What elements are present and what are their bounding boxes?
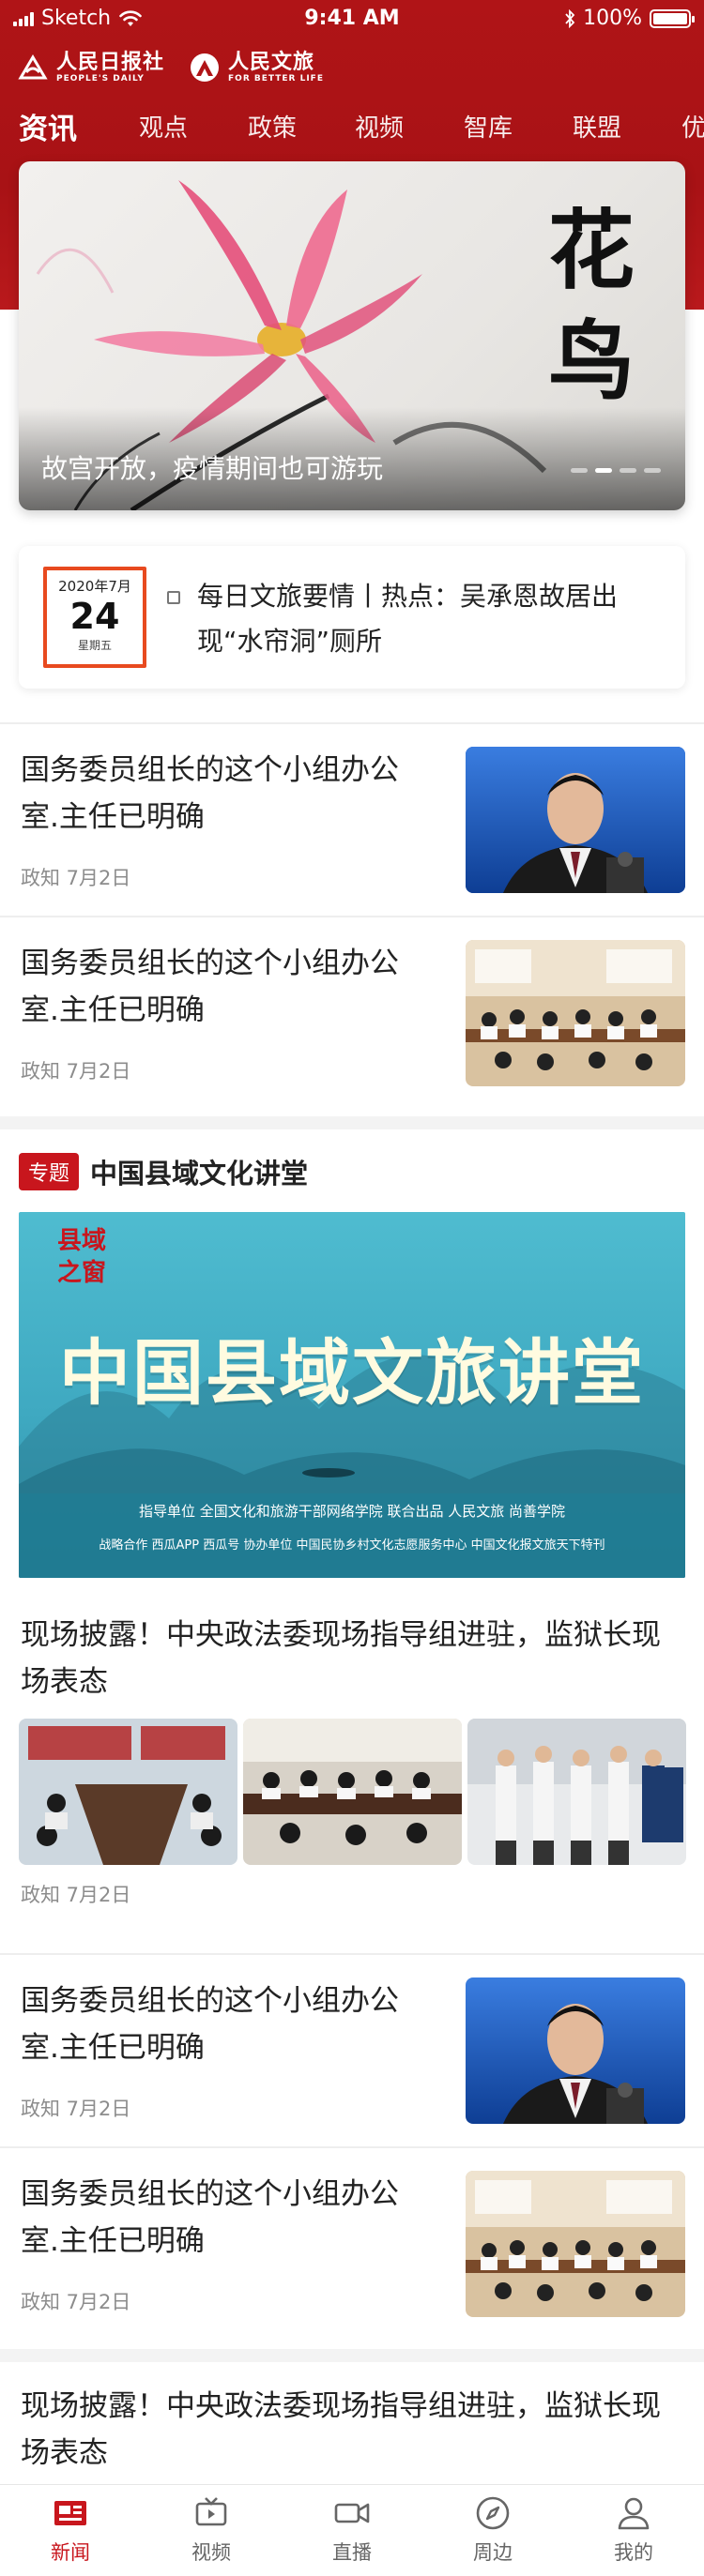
peoples-daily-logo: 人民日报社 PEOPLE'S DAILY (17, 52, 164, 83)
tab-news[interactable]: 资讯 (19, 105, 77, 147)
date-weekday: 星期五 (77, 639, 112, 652)
nav-news-label: 新闻 (51, 2541, 90, 2564)
news-title[interactable]: 现场披露！中央政法委现场指导组进驻，监狱长现场表态 (21, 2383, 687, 2477)
logo2-text: 人民文旅 (228, 50, 315, 74)
carousel-dot-active[interactable] (595, 468, 612, 473)
news-thumbnail-meeting[interactable] (466, 2171, 685, 2317)
battery-icon (650, 8, 695, 28)
peoples-travel-logo: 人民文旅 FOR BETTER LIFE (189, 52, 324, 83)
section-gap (0, 1116, 704, 1129)
logo2-subtext: FOR BETTER LIFE (228, 74, 324, 83)
topic-banner-sponsors: 指导单位 全国文化和旅游干部网络学院 联合出品 人民文旅 尚善学院 (138, 1503, 566, 1520)
section-gap (0, 2349, 704, 2362)
news-thumbnail-meeting[interactable] (466, 940, 685, 1086)
topic-header[interactable]: 专题 中国县域文化讲堂 (19, 1152, 308, 1191)
news-item[interactable]: 国务委员组长的这个小组办公室.主任已明确 政知 7月2日 (0, 1955, 704, 2146)
topic-banner[interactable]: 县域之窗 中国县域文旅讲堂 指导单位 全国文化和旅游干部网络学院 联合出品 人民… (19, 1212, 685, 1578)
news-meta: 政知 7月2日 (21, 1060, 131, 1083)
news-meta: 政知 7月2日 (21, 2098, 131, 2120)
nav-me-label: 我的 (614, 2541, 653, 2564)
news-image-meeting-2[interactable] (243, 1719, 462, 1865)
date-badge: 2020年7月 24 星期五 (43, 567, 146, 668)
tab-think-tank[interactable]: 智库 (464, 109, 513, 144)
bottom-navigation: 新闻 视频 直播 周边 我的 (0, 2484, 704, 2576)
video-camera-icon (334, 2503, 370, 2523)
news-title[interactable]: 国务委员组长的这个小组办公室.主任已明确 (21, 1977, 424, 2071)
banner-caption: 故宫开放，疫情期间也可游玩 (41, 453, 384, 484)
date-day: 24 (69, 596, 120, 637)
news-meta: 政知 7月2日 (21, 867, 131, 889)
nav-nearby-label: 周边 (473, 2541, 513, 2564)
news-title[interactable]: 现场披露！中央政法委现场指导组进驻，监狱长现场表态 (21, 1612, 687, 1705)
tab-opinion[interactable]: 观点 (139, 109, 188, 144)
nav-me[interactable]: 我的 (577, 2494, 690, 2566)
logo1-text: 人民日报社 (56, 50, 165, 74)
news-thumbnail-portrait[interactable] (466, 1977, 685, 2124)
peoples-daily-mark-icon (18, 54, 48, 80)
carousel-dot[interactable] (644, 468, 661, 473)
nav-live-label: 直播 (332, 2541, 372, 2564)
user-icon (618, 2497, 650, 2530)
news-item-multi-image[interactable]: 现场披露！中央政法委现场指导组进驻，监狱长现场表态 (0, 1591, 704, 1927)
news-meta: 政知 7月2日 (21, 2291, 131, 2313)
tab-alliance[interactable]: 联盟 (573, 109, 621, 144)
nav-news[interactable]: 新闻 (14, 2494, 127, 2566)
news-title[interactable]: 国务委员组长的这个小组办公室.主任已明确 (21, 940, 424, 1034)
news-icon (54, 2501, 86, 2525)
channel-tabs: 资讯 观点 政策 视频 智库 联盟 优 (0, 103, 704, 152)
status-bar: Sketch 9:41 AM 100% (0, 0, 704, 39)
nav-live[interactable]: 直播 (296, 2494, 408, 2566)
topic-banner-title: 中国县域文旅讲堂 (59, 1331, 645, 1415)
tv-icon (195, 2497, 227, 2526)
nav-video[interactable]: 视频 (155, 2494, 268, 2566)
daily-briefing-card[interactable]: 2020年7月 24 星期五 每日文旅要情丨热点：吴承恩故居出现“水帘洞”厕所 (19, 546, 685, 689)
topic-name[interactable]: 中国县域文化讲堂 (90, 1152, 308, 1191)
carousel-dot[interactable] (571, 468, 588, 473)
topic-badge: 专题 (19, 1153, 80, 1190)
tab-policy[interactable]: 政策 (248, 109, 297, 144)
carousel-dot[interactable] (620, 468, 636, 473)
banner-calligraphy: 花鸟 (548, 200, 635, 412)
topic-seal: 县域之窗 (56, 1227, 106, 1287)
bluetooth-icon (565, 8, 575, 28)
brand-logos: 人民日报社 PEOPLE'S DAILY 人民文旅 FOR BETTER LIF… (17, 45, 324, 90)
news-image-inspection[interactable] (467, 1719, 686, 1865)
daily-briefing-text[interactable]: 每日文旅要情丨热点：吴承恩故居出现“水帘洞”厕所 (197, 574, 657, 664)
news-meta: 政知 7月2日 (21, 1884, 131, 1906)
news-item[interactable]: 国务委员组长的这个小组办公室.主任已明确 政知 7月2日 (0, 917, 704, 1109)
battery-percent: 100% (583, 7, 642, 30)
news-item[interactable]: 国务委员组长的这个小组办公室.主任已明确 政知 7月2日 (0, 724, 704, 916)
news-title[interactable]: 国务委员组长的这个小组办公室.主任已明确 (21, 2171, 424, 2265)
news-title[interactable]: 国务委员组长的这个小组办公室.主任已明确 (21, 747, 424, 841)
nav-nearby[interactable]: 周边 (436, 2494, 549, 2566)
bullet-square-icon (167, 591, 180, 604)
topic-banner-partners: 战略合作 西瓜APP 西瓜号 协办单位 中国民协乡村文化志愿服务中心 中国文化报… (99, 1538, 605, 1553)
news-image-meeting-1[interactable] (19, 1719, 237, 1865)
nav-video-label: 视频 (191, 2541, 231, 2564)
tab-more[interactable]: 优 (681, 109, 704, 144)
logo1-subtext: PEOPLE'S DAILY (56, 74, 145, 83)
news-item[interactable]: 国务委员组长的这个小组办公室.主任已明确 政知 7月2日 (0, 2148, 704, 2340)
compass-icon (476, 2496, 510, 2530)
tab-video[interactable]: 视频 (355, 109, 404, 144)
carousel-indicator (571, 468, 661, 473)
news-item-multi-image[interactable]: 现场披露！中央政法委现场指导组进驻，监狱长现场表态 (0, 2362, 704, 2484)
peoples-travel-mark-icon (191, 53, 220, 82)
news-thumbnail-portrait[interactable] (466, 747, 685, 893)
date-year-month: 2020年7月 (58, 578, 131, 595)
hero-banner[interactable]: 花鸟 故宫开放，疫情期间也可游玩 (19, 161, 685, 510)
